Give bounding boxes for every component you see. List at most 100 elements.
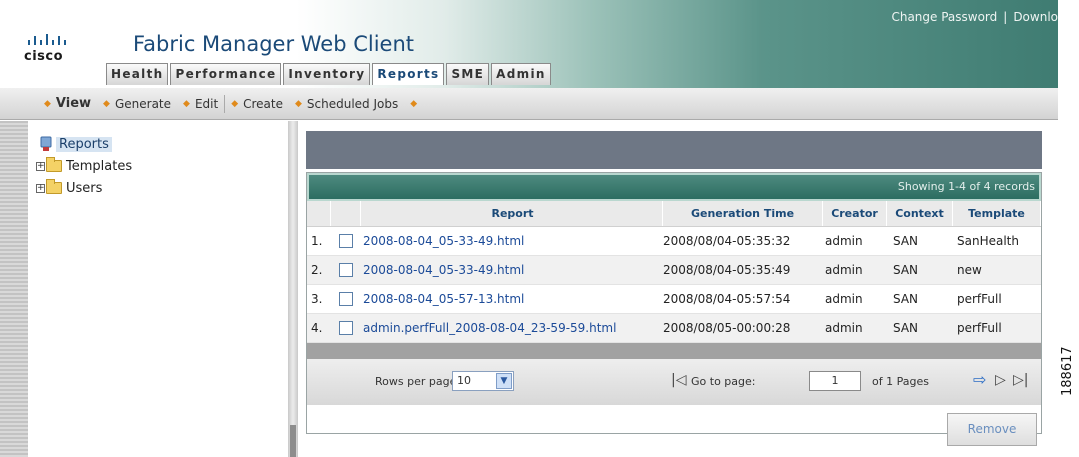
column-select bbox=[331, 201, 361, 226]
menu-more[interactable]: ◆ bbox=[410, 99, 422, 109]
generation-time: 2008/08/04-05:35:32 bbox=[663, 234, 791, 248]
pane-splitter[interactable] bbox=[288, 121, 298, 457]
column-context[interactable]: Context bbox=[887, 201, 953, 226]
context: SAN bbox=[893, 234, 919, 248]
tree-node-templates[interactable]: + Templates bbox=[36, 156, 132, 176]
menu-edit-label: Edit bbox=[194, 96, 219, 111]
diamond-bullet-icon: ◆ bbox=[44, 98, 51, 109]
table-footer-bar bbox=[307, 343, 1041, 359]
menu-bar: ◆ View ◆ Generate ◆ Edit ◆ Create ◆ Sche… bbox=[0, 88, 1058, 120]
table-header-row: Report Generation Time Creator Context T… bbox=[307, 201, 1041, 227]
report-link[interactable]: admin.perfFull_2008-08-04_23-59-59.html bbox=[361, 314, 663, 342]
column-creator[interactable]: Creator bbox=[823, 201, 887, 226]
panel-title-bar bbox=[306, 131, 1042, 169]
template: perfFull bbox=[957, 321, 1002, 335]
page-count: of 1 Pages bbox=[872, 375, 929, 388]
template: new bbox=[957, 263, 982, 277]
tab-inventory[interactable]: Inventory bbox=[283, 63, 371, 85]
reports-table: Showing 1-4 of 4 records Report Generati… bbox=[306, 172, 1042, 434]
menu-edit[interactable]: ◆ Edit bbox=[183, 97, 218, 111]
report-link[interactable]: 2008-08-04_05-33-49.html bbox=[361, 227, 663, 255]
report-link[interactable]: 2008-08-04_05-33-49.html bbox=[361, 256, 663, 284]
pagination-bar: Rows per page: 10 ▼ |◁ Go to page: 1 of … bbox=[307, 359, 1041, 405]
folder-icon bbox=[46, 157, 62, 172]
menu-generate-label: Generate bbox=[114, 96, 172, 111]
expand-icon[interactable]: + bbox=[36, 183, 45, 193]
row-number: 3. bbox=[311, 292, 323, 306]
column-generation-time[interactable]: Generation Time bbox=[663, 201, 823, 226]
creator: admin bbox=[825, 234, 863, 248]
left-collapse-strip[interactable] bbox=[0, 121, 28, 457]
diamond-bullet-icon: ◆ bbox=[103, 98, 110, 109]
tab-admin[interactable]: Admin bbox=[491, 63, 551, 85]
chevron-down-icon[interactable]: ▼ bbox=[496, 373, 512, 389]
context: SAN bbox=[893, 321, 919, 335]
brand-wordmark: cisco bbox=[24, 49, 64, 64]
creator: admin bbox=[825, 321, 863, 335]
menu-view[interactable]: ◆ View bbox=[44, 96, 91, 111]
diamond-bullet-icon: ◆ bbox=[231, 98, 239, 109]
column-template[interactable]: Template bbox=[953, 201, 1041, 226]
records-summary: Showing 1-4 of 4 records bbox=[307, 173, 1041, 201]
template: perfFull bbox=[957, 292, 1002, 306]
generation-time: 2008/08/05-00:00:28 bbox=[663, 321, 791, 335]
row-select bbox=[331, 256, 361, 284]
row-select bbox=[331, 314, 361, 342]
app-title: Fabric Manager Web Client bbox=[133, 32, 415, 56]
tree-node-users[interactable]: + Users bbox=[36, 178, 102, 198]
download-link[interactable]: Downlo bbox=[1013, 10, 1058, 24]
row-select bbox=[331, 227, 361, 255]
menu-scheduled-jobs-label: Scheduled Jobs bbox=[306, 96, 399, 111]
row-checkbox[interactable] bbox=[339, 292, 353, 306]
tree-node-label: Templates bbox=[66, 158, 133, 174]
diamond-bullet-icon: ◆ bbox=[294, 98, 302, 109]
menu-generate[interactable]: ◆ Generate bbox=[103, 97, 171, 111]
row-checkbox[interactable] bbox=[339, 234, 353, 248]
menu-scheduled-jobs[interactable]: ◆ Scheduled Jobs bbox=[295, 97, 398, 111]
expand-icon[interactable]: + bbox=[36, 161, 45, 171]
row-number: 1. bbox=[311, 234, 323, 248]
report-link[interactable]: 2008-08-04_05-57-13.html bbox=[361, 285, 663, 313]
go-to-page-input[interactable]: 1 bbox=[809, 371, 861, 391]
splitter-scrollbar[interactable] bbox=[290, 425, 296, 457]
diamond-bullet-icon: ◆ bbox=[410, 98, 418, 109]
go-arrow-icon[interactable]: ⇨ bbox=[973, 370, 986, 389]
rows-per-page-value: 10 bbox=[457, 374, 471, 387]
table-row: 2. 2008-08-04_05-33-49.html 2008/08/04-0… bbox=[307, 256, 1041, 285]
template: SanHealth bbox=[957, 234, 1019, 248]
column-number bbox=[307, 201, 331, 226]
figure-id: 188617 bbox=[1060, 346, 1075, 396]
menu-divider bbox=[224, 94, 226, 113]
last-page-icon[interactable]: ▷| bbox=[1013, 372, 1028, 388]
row-checkbox[interactable] bbox=[339, 263, 353, 277]
context: SAN bbox=[893, 263, 919, 277]
tab-sme[interactable]: SME bbox=[446, 63, 490, 85]
utility-links: Change Password | Downlo bbox=[891, 10, 1058, 24]
table-row: 3. 2008-08-04_05-57-13.html 2008/08/04-0… bbox=[307, 285, 1041, 314]
change-password-link[interactable]: Change Password bbox=[891, 10, 997, 24]
tab-health[interactable]: Health bbox=[106, 63, 169, 85]
folder-icon bbox=[46, 179, 62, 194]
app-header: cisco Fabric Manager Web Client Change P… bbox=[0, 0, 1058, 88]
remove-button[interactable]: Remove bbox=[947, 413, 1037, 446]
tree-node-label: Users bbox=[66, 180, 103, 196]
column-report[interactable]: Report bbox=[361, 201, 663, 226]
row-checkbox[interactable] bbox=[339, 321, 353, 335]
row-number: 4. bbox=[311, 321, 323, 335]
creator: admin bbox=[825, 263, 863, 277]
go-to-page-label: Go to page: bbox=[691, 375, 756, 388]
tree-node-reports[interactable]: Reports bbox=[40, 134, 112, 154]
reports-icon bbox=[40, 136, 52, 151]
tab-performance[interactable]: Performance bbox=[170, 63, 282, 85]
menu-view-label: View bbox=[55, 96, 92, 111]
next-page-icon[interactable]: ▷ bbox=[995, 372, 1006, 388]
tab-reports[interactable]: Reports bbox=[372, 63, 445, 85]
main-tabs: Health Performance Inventory Reports SME… bbox=[106, 63, 553, 85]
menu-create-label: Create bbox=[243, 96, 283, 111]
rows-per-page-select[interactable]: 10 ▼ bbox=[452, 371, 514, 391]
link-separator: | bbox=[1003, 10, 1008, 24]
row-select bbox=[331, 285, 361, 313]
menu-create[interactable]: ◆ Create bbox=[231, 97, 283, 111]
creator: admin bbox=[825, 292, 863, 306]
first-page-icon[interactable]: |◁ bbox=[671, 372, 686, 388]
